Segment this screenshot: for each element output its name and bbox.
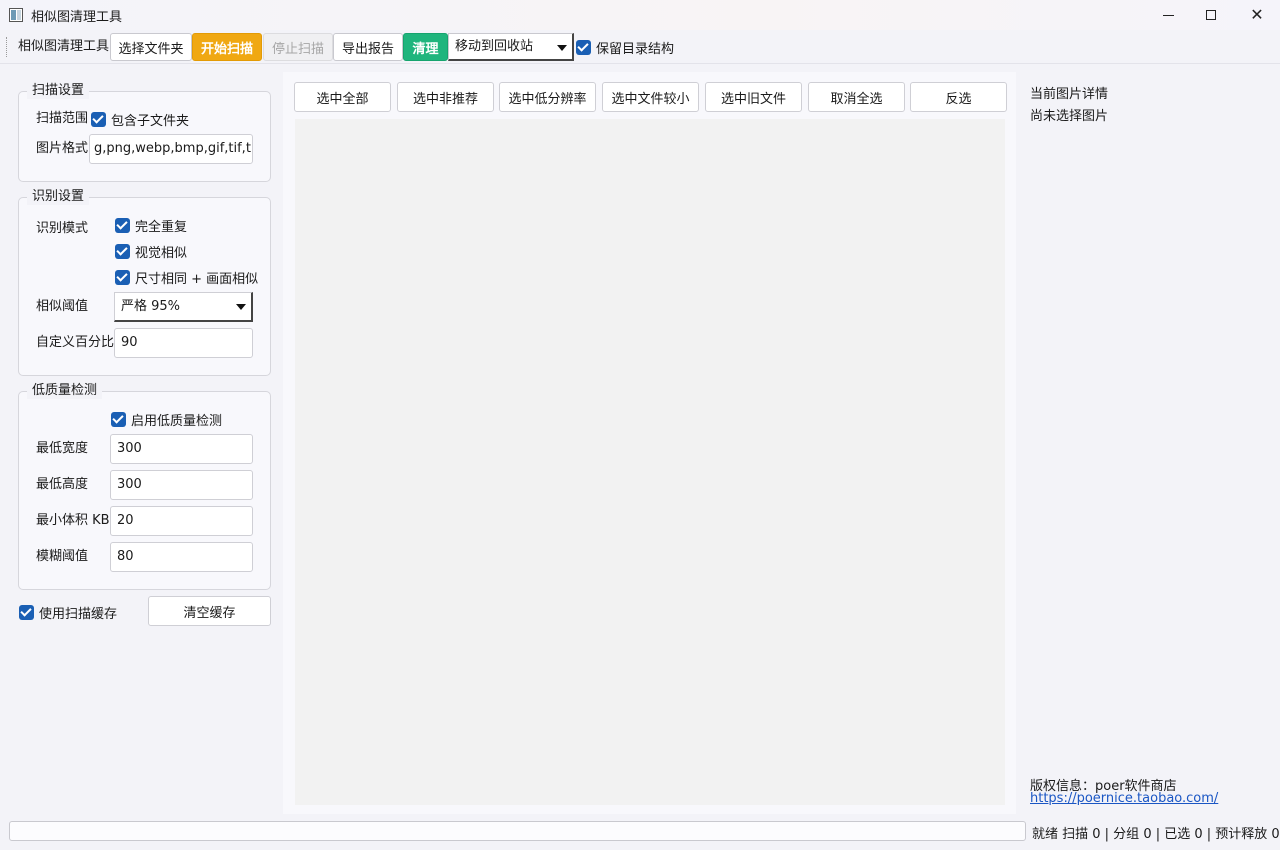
scan-range-label: 扫描范围 [36,111,89,126]
min-width-label: 最低宽度 [36,441,89,456]
chevron-down-icon [236,304,246,310]
image-groups-area[interactable] [295,119,1005,805]
title-bar: 相似图清理工具 ✕ [0,0,1280,30]
details-empty-text: 尚未选择图片 [1030,109,1109,124]
toolbar: 相似图清理工具 选择文件夹 开始扫描 停止扫描 导出报告 清理 移动到回收站 保… [0,30,1280,64]
toolbar-app-label: 相似图清理工具 [18,39,110,54]
mode-size-visual-label: 尺寸相同 + 画面相似 [135,272,259,287]
use-cache-label: 使用扫描缓存 [39,607,118,622]
min-width-input[interactable]: 300 [110,434,253,464]
threshold-value: 严格 95% [121,299,181,314]
select-non-recommended-button[interactable]: 选中非推荐 [397,82,494,112]
clear-cache-button[interactable]: 清空缓存 [148,596,271,626]
stop-scan-button[interactable]: 停止扫描 [263,33,333,61]
maximize-icon [1206,10,1216,20]
checkbox-checked-icon [111,412,126,427]
clean-action-value: 移动到回收站 [455,39,534,54]
status-text: 就绪 扫描 0 | 分组 0 | 已选 0 | 预计释放 0 B [1032,827,1280,842]
toolbar-grip[interactable] [6,37,8,57]
blur-threshold-label: 模糊阈值 [36,549,89,564]
chevron-down-icon [557,45,567,51]
checkbox-checked-icon [115,270,130,285]
enable-low-quality-checkbox[interactable]: 启用低质量检测 [111,410,222,429]
minimize-icon [1162,14,1174,16]
include-subfolders-label: 包含子文件夹 [111,114,190,129]
custom-percent-label: 自定义百分比 [36,335,115,350]
checkbox-checked-icon [115,244,130,259]
blur-threshold-input[interactable]: 80 [110,542,253,572]
checkbox-checked-icon [576,40,591,55]
mode-visual-label: 视觉相似 [135,246,188,261]
checkbox-checked-icon [115,218,130,233]
mode-exact-label: 完全重复 [135,220,188,235]
checkbox-checked-icon [19,605,34,620]
checkbox-checked-icon [91,112,106,127]
clean-action-select[interactable]: 移动到回收站 [448,33,574,61]
mode-size-visual-checkbox[interactable]: 尺寸相同 + 画面相似 [115,268,258,287]
maximize-button[interactable] [1188,0,1234,30]
select-smaller-files-button[interactable]: 选中文件较小 [602,82,699,112]
low-quality-title: 低质量检测 [27,383,103,399]
threshold-label: 相似阈值 [36,299,89,314]
min-size-label: 最小体积 KB [36,513,110,528]
deselect-all-button[interactable]: 取消全选 [808,82,905,112]
app-window-icon [9,8,23,22]
store-link[interactable]: https://poernice.taobao.com/ [1030,791,1218,806]
close-icon: ✕ [1250,5,1264,24]
select-old-files-button[interactable]: 选中旧文件 [705,82,802,112]
min-height-label: 最低高度 [36,477,89,492]
min-height-input[interactable]: 300 [110,470,253,500]
threshold-select[interactable]: 严格 95% [114,292,253,322]
custom-percent-input[interactable]: 90 [114,328,253,358]
invert-selection-button[interactable]: 反选 [910,82,1007,112]
include-subfolders-checkbox[interactable]: 包含子文件夹 [91,110,189,129]
image-format-label: 图片格式 [36,141,89,156]
use-cache-checkbox[interactable]: 使用扫描缓存 [19,603,117,622]
image-format-input[interactable]: g,png,webp,bmp,gif,tif,tiff [89,134,253,164]
select-folder-button[interactable]: 选择文件夹 [110,33,192,61]
minimize-button[interactable] [1145,0,1191,30]
progress-bar [9,821,1026,841]
keep-dir-label: 保留目录结构 [596,42,675,57]
select-all-button[interactable]: 选中全部 [294,82,391,112]
start-scan-button[interactable]: 开始扫描 [192,33,262,61]
scan-settings-title: 扫描设置 [27,83,90,99]
clean-button[interactable]: 清理 [403,33,448,61]
mode-visual-checkbox[interactable]: 视觉相似 [115,242,187,261]
details-title: 当前图片详情 [1030,87,1109,102]
detect-settings-title: 识别设置 [27,189,90,205]
min-size-input[interactable]: 20 [110,506,253,536]
select-low-resolution-button[interactable]: 选中低分辨率 [499,82,596,112]
keep-dir-checkbox[interactable]: 保留目录结构 [576,38,674,57]
mode-exact-checkbox[interactable]: 完全重复 [115,216,187,235]
close-button[interactable]: ✕ [1234,0,1280,30]
detect-mode-label: 识别模式 [36,221,89,236]
export-report-button[interactable]: 导出报告 [333,33,403,61]
window-title: 相似图清理工具 [31,9,123,25]
enable-low-quality-label: 启用低质量检测 [131,414,223,429]
